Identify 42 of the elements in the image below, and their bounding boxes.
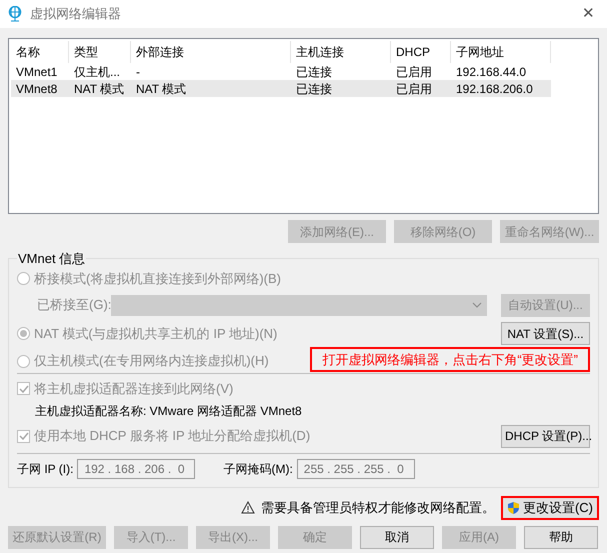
adapter-name: 主机虚拟适配器名称: VMware 网络适配器 VMnet8: [34, 402, 303, 420]
column-header[interactable]: DHCP: [391, 41, 451, 63]
shield-icon: [506, 500, 520, 514]
checkbox-label: 将主机虚拟适配器连接到此网络(V): [34, 380, 234, 398]
warning-icon: [240, 501, 255, 514]
column-header[interactable]: 类型: [69, 41, 131, 63]
dialog-button[interactable]: 帮助: [524, 526, 598, 548]
subnet-ip-field[interactable]: 192 . 168 . 206 . 0: [77, 458, 196, 478]
annotation-note: 打开虚拟网络编辑器，点击右下角“更改设置”: [310, 347, 590, 372]
column-header[interactable]: 子网地址: [451, 41, 551, 63]
table-cell-text: NAT 模式: [73, 80, 126, 98]
column-header[interactable]: 外部连接: [131, 41, 291, 63]
table-cell-text: 192.168.44.0: [455, 64, 528, 80]
subnet-ip-label: 子网 IP (I):: [17, 460, 74, 478]
column-header[interactable]: 主机连接: [291, 41, 391, 63]
globe-icon: [8, 6, 22, 22]
table-cell-text: 已连接: [295, 64, 333, 80]
table-row[interactable]: VMnet1 仅主机... - 已连接 已启用 192.168.44.0: [11, 63, 551, 80]
table-cell-text: 仅主机...: [73, 64, 122, 80]
admin-notice: 需要具备管理员特权才能修改网络配置。: [260, 498, 495, 517]
table-row[interactable]: VMnet8 NAT 模式 NAT 模式 已连接 已启用 192.168.206.0: [11, 80, 551, 97]
radio-label: 仅主机模式(在专用网络内连接虚拟机)(H): [34, 352, 269, 370]
chevron-down-icon: [472, 302, 482, 308]
group-title: VMnet 信息: [17, 250, 86, 268]
table-cell-text: NAT 模式: [135, 80, 188, 98]
window-title: 虚拟网络编辑器: [30, 5, 121, 24]
table-cell-text: 已启用: [395, 64, 433, 80]
radio-label: 桥接模式(将虚拟机直接连接到外部网络)(B): [34, 270, 281, 288]
subnet-mask-label: 子网掩码(M):: [223, 460, 293, 478]
subnet-mask-field[interactable]: 255 . 255 . 255 . 0: [296, 458, 415, 478]
column-header[interactable]: 名称: [11, 41, 69, 63]
radio-label: NAT 模式(与虚拟机共享主机的 IP 地址)(N): [34, 324, 278, 343]
table-cell-text: 已启用: [395, 80, 433, 98]
table-cell-text: 192.168.206.0: [455, 80, 534, 98]
table-cell-text: VMnet1: [15, 64, 58, 80]
table-cell-text: -: [135, 64, 141, 80]
checkbox-label: 使用本地 DHCP 服务将 IP 地址分配给虚拟机(D): [34, 427, 310, 446]
close-button[interactable]: ✕: [582, 2, 595, 26]
table-cell-text: 已连接: [295, 80, 333, 98]
dialog-button[interactable]: 取消: [360, 526, 434, 548]
change-settings-button[interactable]: 更改设置(C): [500, 496, 599, 520]
table-cell-text: VMnet8: [15, 80, 58, 98]
